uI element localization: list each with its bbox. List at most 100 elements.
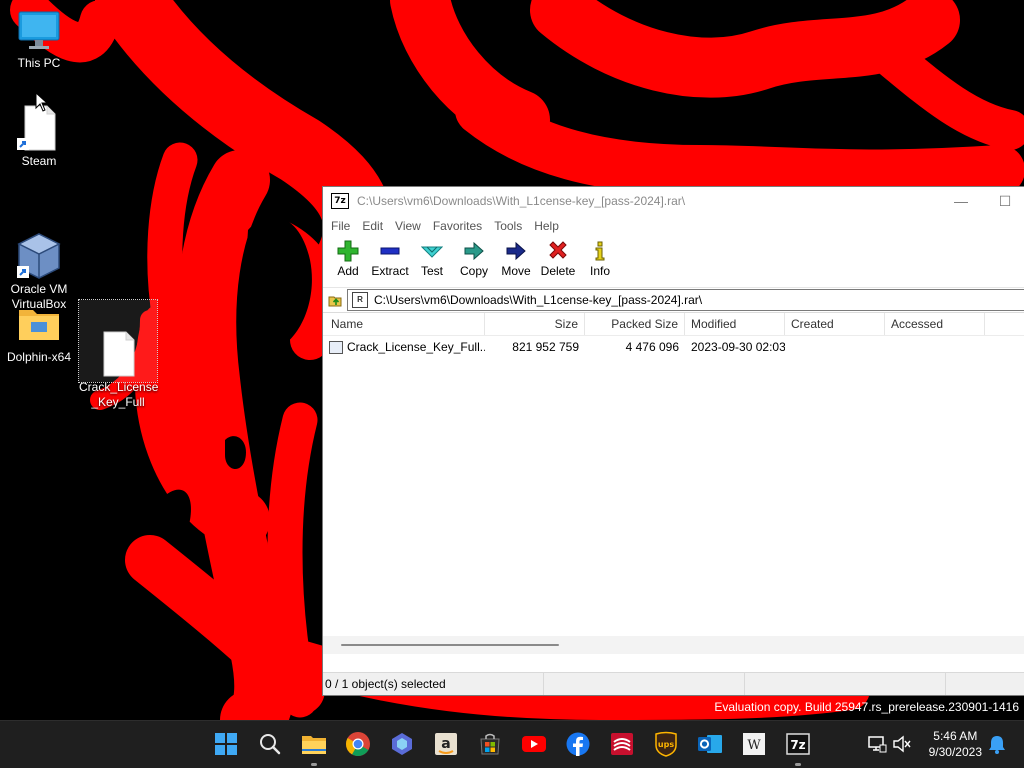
maximize-button[interactable]: ☐	[983, 187, 1024, 215]
test-icon	[421, 246, 443, 258]
mouse-cursor-icon	[35, 92, 49, 112]
scrollbar-thumb[interactable]	[341, 644, 559, 646]
notification-bell-icon	[989, 736, 1005, 754]
7zip-file-manager-window[interactable]: 7z C:\Users\vm6\Downloads\With_L1cense-k…	[322, 186, 1024, 696]
table-row[interactable]: Crack_License_Key_Full.... 821 952 759 4…	[323, 336, 1024, 358]
desktop-icon-crack-license[interactable]: Crack_License _Key_Full	[78, 299, 158, 409]
folder-icon	[15, 300, 63, 348]
file-list[interactable]: Crack_License_Key_Full.... 821 952 759 4…	[323, 336, 1024, 654]
svg-text:ups: ups	[658, 740, 674, 749]
network-tray-button[interactable]	[864, 731, 890, 757]
desktop-icon-label: Steam	[21, 154, 57, 168]
notifications-button[interactable]	[984, 731, 1010, 757]
menu-favorites[interactable]: Favorites	[427, 219, 488, 233]
info-button[interactable]: Info	[579, 237, 621, 278]
svg-text:W: W	[747, 738, 761, 753]
menu-view[interactable]: View	[389, 219, 427, 233]
move-icon	[506, 241, 526, 261]
add-button[interactable]: Add	[327, 237, 369, 278]
status-section-3	[745, 673, 946, 695]
menu-edit[interactable]: Edit	[356, 219, 389, 233]
volume-muted-icon	[893, 735, 911, 753]
store-icon	[480, 733, 500, 755]
desktop-icon-label: Dolphin-x64	[6, 350, 72, 364]
desktop-icon-label: This PC	[17, 56, 61, 70]
chrome-button[interactable]	[345, 731, 371, 757]
clock[interactable]: 5:46 AM 9/30/2023	[929, 728, 982, 760]
microsoft-store-button[interactable]	[477, 731, 503, 757]
7zip-icon: 7z	[786, 733, 810, 755]
column-packed-size[interactable]: Packed Size	[585, 313, 685, 335]
column-created[interactable]: Created	[785, 313, 885, 335]
youtube-button[interactable]	[521, 731, 547, 757]
facebook-button[interactable]	[565, 731, 591, 757]
file-size: 821 952 759	[512, 340, 579, 354]
svg-text:7z: 7z	[790, 738, 805, 752]
delete-label: Delete	[540, 264, 576, 278]
copilot-button[interactable]	[389, 731, 415, 757]
status-text: 0 / 1 object(s) selected	[323, 673, 544, 695]
desktop-icon-dolphin[interactable]: Dolphin-x64	[0, 300, 78, 365]
copy-button[interactable]: Copy	[453, 237, 495, 278]
wikipedia-button[interactable]: W	[741, 731, 767, 757]
network-icon	[868, 736, 887, 753]
desktop-icon-label: Crack_License _Key_Full	[79, 380, 159, 409]
minimize-button[interactable]: —	[939, 187, 983, 215]
copilot-icon	[392, 733, 412, 755]
file-icon	[329, 340, 343, 354]
delete-button[interactable]: Delete	[537, 237, 579, 278]
delete-icon	[549, 241, 567, 259]
youtube-icon	[522, 736, 546, 752]
amazon-button[interactable]: a	[433, 731, 459, 757]
7zip-taskbar-button[interactable]: 7z	[785, 731, 811, 766]
address-text: C:\Users\vm6\Downloads\With_L1cense-key_…	[374, 293, 703, 307]
file-name-cell: Crack_License_Key_Full....	[323, 340, 485, 354]
start-button[interactable]	[213, 731, 239, 757]
evaluation-watermark: Evaluation copy. Build 25947.rs_prerelea…	[714, 700, 1019, 714]
start-icon	[215, 733, 237, 755]
file-modified: 2023-09-30 02:03	[691, 340, 785, 354]
outlook-button[interactable]	[697, 731, 723, 757]
search-button[interactable]	[257, 731, 283, 757]
ups-button[interactable]: ups	[653, 731, 679, 757]
address-bar[interactable]: R C:\Users\vm6\Downloads\With_L1cense-ke…	[347, 289, 1024, 311]
title-bar[interactable]: 7z C:\Users\vm6\Downloads\With_L1cense-k…	[323, 187, 1024, 215]
menu-tools[interactable]: Tools	[488, 219, 528, 233]
file-name: Crack_License_Key_Full....	[347, 340, 485, 354]
horizontal-scrollbar[interactable]	[323, 636, 1024, 654]
chrome-icon	[346, 732, 370, 757]
file-explorer-button[interactable]	[301, 731, 327, 766]
ups-icon: ups	[655, 731, 677, 757]
up-folder-button[interactable]	[323, 289, 347, 311]
column-modified[interactable]: Modified	[685, 313, 785, 335]
column-name[interactable]: Name	[323, 313, 485, 335]
clock-date: 9/30/2023	[928, 745, 982, 759]
test-button[interactable]: Test	[411, 237, 453, 278]
facebook-icon	[566, 732, 590, 756]
copy-icon	[464, 241, 484, 261]
taskbar: a ups W 7z 5:46 AM 9/30/2023	[0, 720, 1024, 768]
copy-label: Copy	[459, 264, 488, 278]
file-explorer-icon	[302, 736, 326, 754]
address-row: R C:\Users\vm6\Downloads\With_L1cense-ke…	[323, 287, 1024, 312]
desktop-icon-steam[interactable]: Steam	[0, 104, 78, 169]
move-label: Move	[501, 264, 531, 278]
menu-file[interactable]: File	[325, 219, 356, 233]
info-icon	[595, 241, 605, 261]
svg-text:a: a	[441, 736, 450, 752]
search-icon	[260, 734, 281, 755]
monitor-icon	[15, 6, 63, 54]
extract-button[interactable]: Extract	[369, 237, 411, 278]
bank-icon	[611, 733, 633, 755]
test-label: Test	[420, 264, 443, 278]
rar-archive-icon: R	[352, 292, 368, 308]
menu-help[interactable]: Help	[528, 219, 565, 233]
column-headers: Name Size Packed Size Modified Created A…	[323, 312, 1024, 336]
column-size[interactable]: Size	[485, 313, 585, 335]
column-accessed[interactable]: Accessed	[885, 313, 985, 335]
desktop-icon-this-pc[interactable]: This PC	[0, 6, 78, 71]
bank-of-america-button[interactable]	[609, 731, 635, 757]
add-label: Add	[337, 264, 359, 278]
volume-tray-button[interactable]	[889, 731, 915, 757]
move-button[interactable]: Move	[495, 237, 537, 278]
